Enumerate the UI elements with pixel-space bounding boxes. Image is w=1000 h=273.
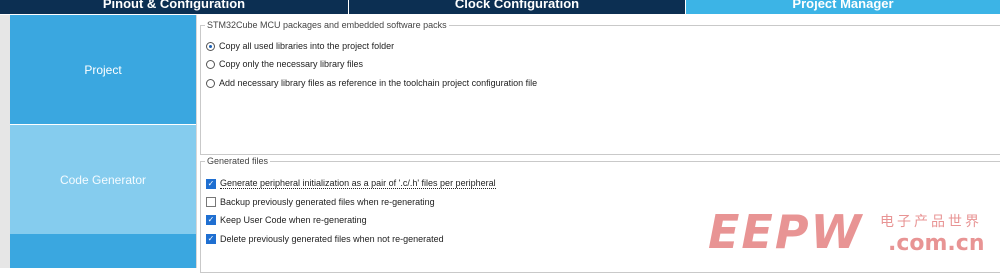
checkbox-checked-icon[interactable]: ✓: [206, 178, 216, 189]
radio-selected-icon[interactable]: [206, 41, 215, 51]
tab-clock-configuration[interactable]: Clock Configuration: [349, 0, 686, 14]
keep-user-code-checkbox[interactable]: ✓ Keep User Code when re-generating: [206, 215, 367, 225]
sidebar-item-code-generator[interactable]: Code Generator: [10, 125, 196, 234]
radio-unselected-icon[interactable]: [206, 59, 215, 69]
tab-pinout-configuration[interactable]: Pinout & Configuration: [0, 0, 349, 14]
sidebar-item-advanced-settings[interactable]: [10, 234, 196, 268]
delete-generated-files-checkbox[interactable]: ✓ Delete previously generated files when…: [206, 234, 444, 244]
option-label: Keep User Code when re-generating: [220, 215, 367, 225]
checkbox-checked-icon[interactable]: ✓: [206, 234, 216, 244]
project-manager-sidebar: Project Code Generator: [10, 15, 196, 268]
backup-generated-files-checkbox[interactable]: Backup previously generated files when r…: [206, 197, 435, 207]
sidebar-item-label: Code Generator: [59, 172, 147, 187]
packs-group: STM32Cube MCU packages and embedded soft…: [200, 20, 1000, 155]
option-label: Add necessary library files as reference…: [219, 78, 538, 88]
tab-project-manager[interactable]: Project Manager: [686, 0, 1000, 14]
option-label: Backup previously generated files when r…: [220, 197, 435, 207]
tab-label: Pinout & Configuration: [102, 0, 246, 11]
add-files-as-reference-option[interactable]: Add necessary library files as reference…: [206, 78, 537, 88]
option-label: Copy only the necessary library files: [219, 59, 364, 69]
generated-files-group: Generated files ✓ Generate peripheral in…: [200, 156, 1000, 273]
left-gutter: [0, 15, 10, 268]
option-label: Copy all used libraries into the project…: [219, 41, 395, 51]
tab-label: Project Manager: [792, 0, 894, 11]
packs-group-legend: STM32Cube MCU packages and embedded soft…: [207, 20, 447, 30]
option-label: Generate peripheral initialization as a …: [220, 178, 496, 189]
sidebar-item-project[interactable]: Project: [10, 15, 196, 124]
checkbox-checked-icon[interactable]: ✓: [206, 215, 216, 225]
tab-label: Clock Configuration: [454, 0, 580, 11]
generate-peripheral-init-checkbox[interactable]: ✓ Generate peripheral initialization as …: [206, 178, 496, 189]
checkbox-unchecked-icon[interactable]: [206, 197, 216, 207]
sidebar-item-label: Project: [84, 62, 122, 77]
copy-necessary-files-option[interactable]: Copy only the necessary library files: [206, 59, 363, 69]
tab-bar: Pinout & Configuration Clock Configurati…: [0, 0, 1000, 14]
radio-unselected-icon[interactable]: [206, 78, 215, 88]
code-generator-panel: STM32Cube MCU packages and embedded soft…: [196, 15, 1000, 273]
option-label: Delete previously generated files when n…: [220, 234, 444, 244]
copy-all-libraries-option[interactable]: Copy all used libraries into the project…: [206, 41, 394, 51]
generated-files-legend: Generated files: [207, 156, 269, 166]
